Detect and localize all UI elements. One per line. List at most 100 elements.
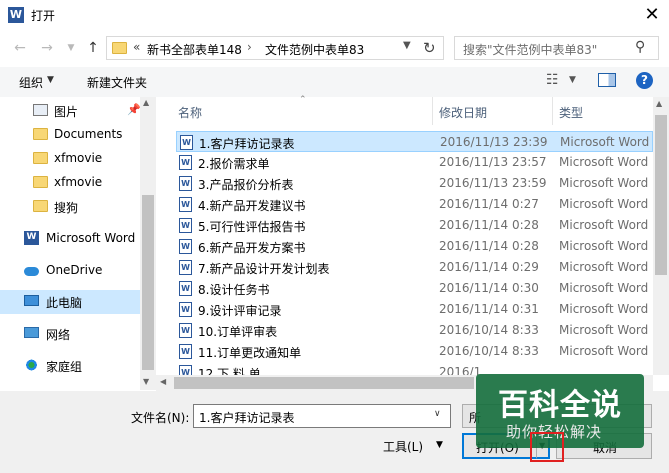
word-icon: W — [24, 231, 39, 245]
folder-icon — [33, 128, 48, 140]
word-doc-icon: W — [179, 176, 192, 191]
scrollbar-thumb[interactable] — [142, 195, 154, 370]
recent-locations-chevron-icon[interactable]: ▼ — [60, 38, 82, 58]
window-title: 打开 — [31, 9, 56, 23]
scroll-up-icon[interactable]: ▲ — [143, 98, 149, 107]
scrollbar-thumb[interactable] — [655, 115, 667, 275]
column-header-type[interactable]: 类型 — [559, 104, 583, 121]
file-date: 2016/11/14 0:28 — [439, 218, 539, 232]
nav-item-sogou[interactable]: 搜狗 — [0, 195, 140, 219]
nav-item-label: 网络 — [46, 328, 71, 342]
nav-item-network[interactable]: 网络 — [0, 322, 140, 346]
file-date: 2016/10/14 8:33 — [439, 344, 539, 358]
computer-icon — [24, 295, 39, 306]
table-row[interactable]: W 6.新产品开发方案书 2016/11/14 0:28 Microsoft W… — [176, 236, 653, 257]
back-arrow-icon[interactable]: ← — [9, 38, 31, 58]
column-divider[interactable] — [432, 97, 433, 125]
table-row[interactable]: W 4.新产品开发建议书 2016/11/14 0:27 Microsoft W… — [176, 194, 653, 215]
search-input[interactable]: 搜索"文件范例中表单83" ⚲ — [454, 36, 659, 60]
file-list: ⌃ 名称 修改日期 类型 W 1.客户拜访记录表 2016/11/13 23:3… — [156, 95, 653, 375]
column-header-name[interactable]: 名称 — [178, 104, 202, 121]
scroll-up-icon[interactable]: ▲ — [656, 99, 662, 108]
scroll-down-icon[interactable]: ▼ — [143, 377, 149, 386]
address-dropdown-icon[interactable]: ▼ — [403, 40, 411, 51]
file-type: Microsoft Word — [559, 218, 649, 232]
table-row[interactable]: W 2.报价需求单 2016/11/13 23:57 Microsoft Wor… — [176, 152, 653, 173]
refresh-icon[interactable]: ↻ — [423, 39, 436, 57]
nav-item-this-pc[interactable]: 此电脑 — [0, 290, 140, 314]
chevron-down-icon[interactable]: ▼ — [569, 75, 576, 85]
file-date: 2016/11/14 0:28 — [439, 239, 539, 253]
up-arrow-icon[interactable]: ↑ — [82, 38, 104, 58]
table-row[interactable]: W 5.可行性评估报告书 2016/11/14 0:28 Microsoft W… — [176, 215, 653, 236]
address-bar[interactable]: « 新书全部表单148 › 文件范例中表单83 ▼ ↻ — [106, 36, 444, 60]
file-date: 2016/1 — [439, 365, 482, 375]
chevron-down-icon[interactable]: ▼ — [436, 440, 443, 450]
folder-icon — [33, 200, 48, 212]
new-folder-button[interactable]: 新建文件夹 — [87, 74, 147, 91]
file-type: Microsoft Word — [559, 302, 649, 316]
nav-item-label: 搜狗 — [54, 201, 79, 215]
nav-item-xfmovie-2[interactable]: xfmovie — [0, 171, 140, 195]
help-icon[interactable]: ? — [636, 72, 653, 89]
nav-item-label: OneDrive — [46, 263, 103, 277]
filename-input[interactable]: 1.客户拜访记录表 ∨ — [193, 404, 451, 428]
breadcrumb-current[interactable]: 文件范例中表单83 — [265, 41, 364, 58]
file-name: 7.新产品设计开发计划表 — [198, 262, 330, 276]
file-name: 6.新产品开发方案书 — [198, 241, 306, 255]
file-name: 4.新产品开发建议书 — [198, 199, 306, 213]
chevron-down-icon[interactable]: ∨ — [434, 409, 441, 419]
table-row[interactable]: W 1.客户拜访记录表 2016/11/13 23:39 Microsoft W… — [176, 131, 653, 152]
file-type: Microsoft Word — [559, 197, 649, 211]
column-divider[interactable] — [552, 97, 553, 125]
table-row[interactable]: W 3.产品报价分析表 2016/11/13 23:59 Microsoft W… — [176, 173, 653, 194]
file-name: 3.产品报价分析表 — [198, 178, 294, 192]
word-doc-icon: W — [179, 260, 192, 275]
organize-button[interactable]: 组织 — [19, 74, 43, 91]
nav-item-documents[interactable]: Documents — [0, 123, 140, 147]
nav-item-xfmovie[interactable]: xfmovie — [0, 147, 140, 171]
address-overflow-chevron[interactable]: « — [133, 40, 140, 54]
file-type: Microsoft Word — [560, 135, 650, 149]
breadcrumb-separator-icon[interactable]: › — [247, 40, 252, 54]
word-doc-icon: W — [179, 323, 192, 338]
file-name: 5.可行性评估报告书 — [198, 220, 306, 234]
title-bar: W 打开 ✕ — [0, 0, 669, 31]
word-app-icon: W — [8, 7, 24, 23]
nav-item-label: 此电脑 — [46, 296, 83, 310]
file-name: 10.订单评审表 — [198, 325, 278, 339]
nav-item-homegroup[interactable]: 家庭组 — [0, 354, 140, 378]
table-row[interactable]: W 10.订单评审表 2016/10/14 8:33 Microsoft Wor… — [176, 320, 653, 341]
nav-scrollbar[interactable]: ▲ ▼ — [140, 97, 156, 390]
preview-pane-icon[interactable] — [598, 73, 616, 87]
nav-item-onedrive[interactable]: OneDrive — [0, 259, 140, 283]
pin-icon[interactable]: 📌 — [127, 103, 141, 116]
file-type: Microsoft Word — [559, 176, 649, 190]
close-icon[interactable]: ✕ — [640, 4, 664, 26]
file-name: 9.设计评审记录 — [198, 304, 282, 318]
folder-icon — [33, 176, 48, 188]
nav-item-pictures[interactable]: 图片 📌 — [0, 99, 141, 123]
table-row[interactable]: W 7.新产品设计开发计划表 2016/11/14 0:29 Microsoft… — [176, 257, 653, 278]
forward-arrow-icon[interactable]: → — [36, 38, 58, 58]
pictures-icon — [33, 104, 48, 116]
file-name: 12.下 料 单 — [198, 367, 261, 375]
nav-item-label: xfmovie — [54, 151, 103, 165]
file-type: Microsoft Word — [559, 155, 649, 169]
table-row[interactable]: W 8.设计任务书 2016/11/14 0:30 Microsoft Word — [176, 278, 653, 299]
column-header-modified[interactable]: 修改日期 — [439, 104, 487, 121]
view-options-icon[interactable]: ☷ — [546, 72, 559, 88]
breadcrumb-parent[interactable]: 新书全部表单148 — [147, 41, 242, 58]
word-doc-icon: W — [179, 344, 192, 359]
nav-item-label: Microsoft Word — [46, 231, 136, 245]
search-icon[interactable]: ⚲ — [635, 39, 645, 55]
file-list-vertical-scrollbar[interactable]: ▲ — [653, 97, 669, 375]
scrollbar-thumb[interactable] — [174, 377, 474, 389]
table-row[interactable]: W 11.订单更改通知单 2016/10/14 8:33 Microsoft W… — [176, 341, 653, 362]
table-row[interactable]: W 9.设计评审记录 2016/11/14 0:31 Microsoft Wor… — [176, 299, 653, 320]
scroll-left-icon[interactable]: ◀ — [160, 377, 166, 386]
word-doc-icon: W — [179, 281, 192, 296]
chevron-down-icon[interactable]: ▼ — [47, 75, 54, 85]
tools-button[interactable]: 工具(L) — [383, 438, 423, 455]
nav-item-microsoft-word[interactable]: W Microsoft Word — [0, 227, 140, 251]
